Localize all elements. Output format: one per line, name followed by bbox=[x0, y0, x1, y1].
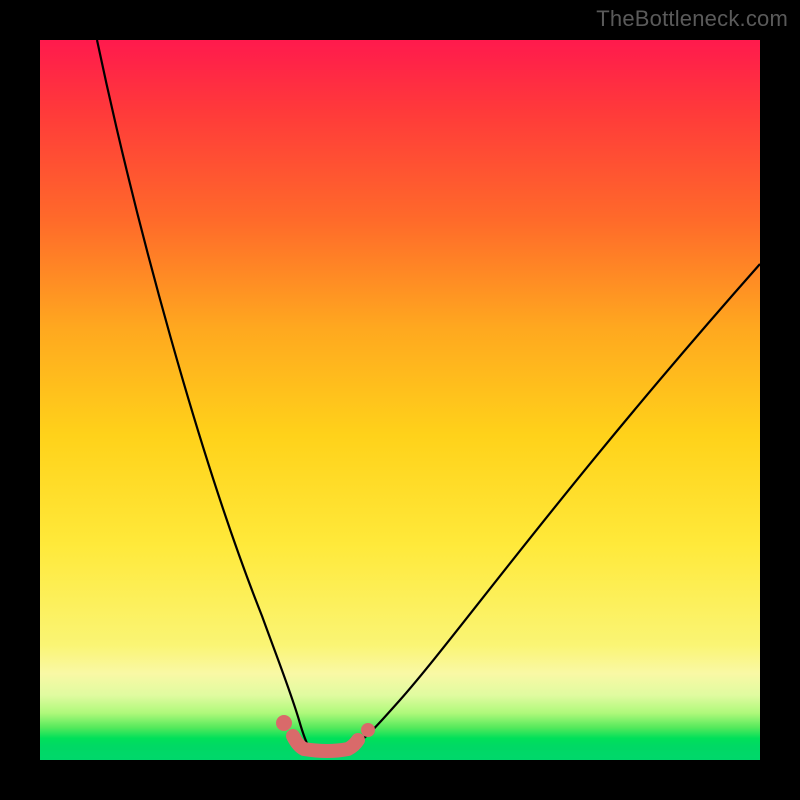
bottleneck-curve-right bbox=[357, 264, 760, 743]
curve-layer bbox=[40, 40, 760, 760]
plot-area bbox=[40, 40, 760, 760]
bottleneck-curve-left bbox=[97, 40, 310, 749]
highlight-marker-right-end bbox=[361, 723, 375, 737]
chart-frame: TheBottleneck.com bbox=[0, 0, 800, 800]
highlight-bottom-segment bbox=[293, 736, 358, 751]
watermark-text: TheBottleneck.com bbox=[596, 6, 788, 32]
highlight-marker-left-start bbox=[276, 715, 292, 731]
